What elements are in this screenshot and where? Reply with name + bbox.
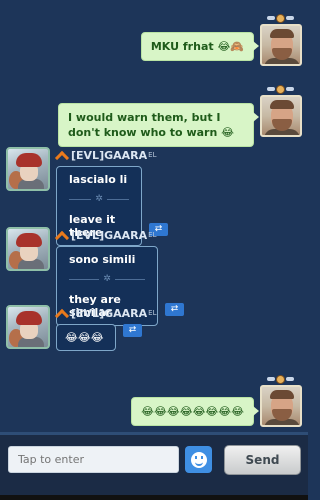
- divider: ✲: [69, 195, 130, 204]
- avatar-image: [260, 24, 302, 66]
- sender-tag: EL: [148, 151, 157, 159]
- sender-tag: EL: [148, 309, 157, 317]
- sender-line: [EVL]GAARA EL: [56, 227, 184, 243]
- sender-name: [EVL]GAARA: [71, 148, 148, 162]
- send-button[interactable]: Send: [224, 445, 301, 475]
- rank-badge-icon: [265, 13, 295, 23]
- message-input[interactable]: [8, 446, 179, 473]
- original-text: lascialo li: [69, 173, 128, 186]
- sender-name: [EVL]GAARA: [71, 228, 148, 242]
- own-message: I would warn them, but I don't know who …: [58, 84, 302, 147]
- chat-area[interactable]: MKU frhat 😂🙈 I would warn them, but I do…: [0, 0, 308, 432]
- sender-line: [EVL]GAARA EL: [56, 147, 168, 163]
- chevron-icon: [56, 150, 68, 160]
- divider: ✲: [69, 275, 146, 284]
- sender-avatar[interactable]: [6, 305, 50, 349]
- avatar-image: [260, 385, 302, 427]
- message-bubble[interactable]: 😂😂😂: [56, 324, 116, 351]
- rank-badge-icon: [265, 84, 295, 94]
- message-bubble[interactable]: 😂😂😂😂😂😂😂😂: [131, 397, 259, 426]
- message-text: I would warn them, but I don't know who …: [68, 111, 234, 139]
- screen-bottom-edge: [0, 495, 308, 500]
- chevron-icon: [56, 308, 68, 318]
- player-avatar[interactable]: [260, 84, 302, 137]
- sender-avatar[interactable]: [6, 227, 50, 271]
- sender-tag: EL: [148, 231, 157, 239]
- sender-line: [EVL]GAARA EL: [56, 305, 156, 321]
- other-message: [EVL]GAARA EL 😂😂😂 ⇄: [6, 305, 156, 351]
- rank-badge-icon: [265, 374, 295, 384]
- emoji-icon: [190, 451, 207, 468]
- own-message: MKU frhat 😂🙈: [140, 13, 302, 66]
- own-message: 😂😂😂😂😂😂😂😂: [131, 374, 302, 427]
- message-text: MKU frhat 😂🙈: [150, 40, 244, 53]
- player-avatar[interactable]: [260, 13, 302, 66]
- sender-name: [EVL]GAARA: [71, 306, 148, 320]
- original-text: sono simili: [69, 253, 136, 266]
- avatar-image: [260, 95, 302, 137]
- player-avatar[interactable]: [260, 374, 302, 427]
- chevron-icon: [56, 230, 68, 240]
- translate-icon[interactable]: ⇄: [165, 303, 184, 316]
- emoji-button[interactable]: [185, 446, 212, 473]
- sender-avatar[interactable]: [6, 147, 50, 191]
- message-text: 😂😂😂😂😂😂😂😂: [141, 405, 244, 418]
- message-bubble[interactable]: MKU frhat 😂🙈: [140, 32, 260, 61]
- message-bubble[interactable]: I would warn them, but I don't know who …: [58, 103, 259, 147]
- original-text: 😂😂😂: [65, 331, 104, 344]
- chat-input-bar: Send: [0, 432, 308, 500]
- translate-icon[interactable]: ⇄: [123, 324, 142, 337]
